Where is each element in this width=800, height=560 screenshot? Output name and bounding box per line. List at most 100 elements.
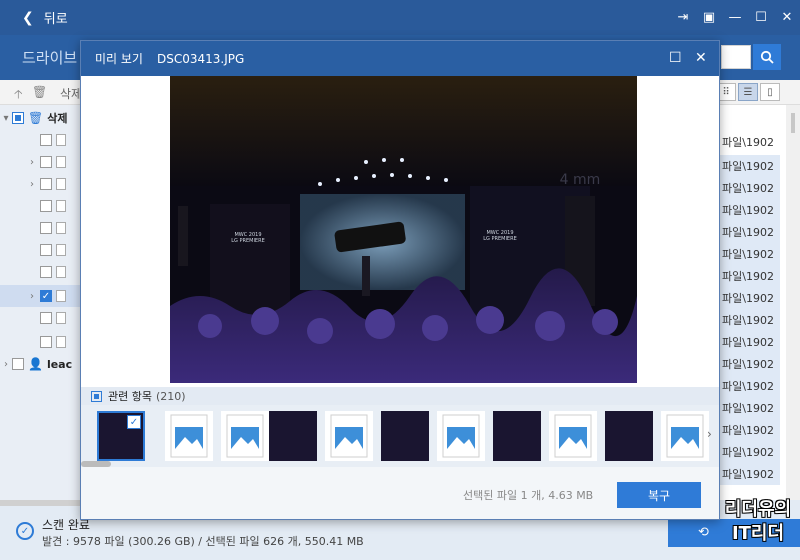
thumbnail-image-icon[interactable] (325, 411, 373, 461)
tree-checkbox[interactable] (40, 200, 52, 212)
tree-checkbox[interactable] (12, 358, 24, 370)
scan-summary: 발견 : 9578 파일 (300.26 GB) / 선택된 파일 626 개,… (42, 535, 364, 548)
list-item[interactable]: 파일\1902 (720, 353, 780, 375)
tree-checkbox[interactable] (40, 244, 52, 256)
thumbnail-image-icon[interactable] (165, 411, 213, 461)
chevron-right-icon[interactable]: › (707, 427, 712, 441)
tree-label: 삭제 (47, 112, 68, 125)
trash-icon: 🗑 (28, 111, 44, 125)
trash-icon[interactable]: 🗑 (32, 85, 47, 99)
list-item[interactable]: 파일\1902 (720, 131, 780, 153)
related-items-header: 관련 항목 (210) (81, 387, 719, 405)
chevron-right-icon[interactable]: › (26, 291, 38, 302)
list-item[interactable]: 파일\1902 (720, 309, 780, 331)
sign-in-icon[interactable]: ⇥ (670, 5, 696, 31)
file-icon (56, 200, 66, 212)
maximize-icon[interactable]: ☐ (748, 5, 774, 31)
tree-row[interactable] (0, 217, 82, 239)
menu-dropdown-icon[interactable]: ▣ (696, 5, 722, 31)
search-input[interactable] (721, 45, 751, 69)
file-icon (56, 222, 66, 234)
tree-row-selected[interactable]: › ✓ (0, 285, 82, 307)
list-item[interactable]: 파일\1902 (720, 287, 780, 309)
chevron-right-icon[interactable]: › (0, 359, 12, 370)
tree-row[interactable] (0, 195, 82, 217)
tree-checkbox[interactable] (12, 112, 24, 124)
title-bar: ❮ 뒤로 ⇥ ▣ — ☐ ✕ (0, 0, 800, 35)
tree-checkbox[interactable] (40, 134, 52, 146)
tree-checkbox[interactable] (40, 222, 52, 234)
tree-row[interactable] (0, 239, 82, 261)
thumbnail-strip: ✓ › (81, 405, 719, 467)
chevron-down-icon[interactable]: ▾ (0, 113, 12, 124)
vertical-scrollbar[interactable] (786, 105, 800, 500)
back-label: 뒤로 (43, 12, 68, 27)
tree-row-user[interactable]: › 👤 leac (0, 353, 82, 375)
thumbnail-photo[interactable] (381, 411, 429, 461)
file-icon (56, 290, 66, 302)
tree-checkbox[interactable] (40, 266, 52, 278)
file-icon (56, 244, 66, 256)
dialog-filename: DSC03413.JPG (156, 51, 245, 66)
list-item[interactable]: 파일\1902 (720, 419, 780, 441)
list-item[interactable]: 파일\1902 (720, 397, 780, 419)
thumbnail-photo[interactable] (269, 411, 317, 461)
tree-row[interactable] (0, 261, 82, 283)
thumbnail-image-icon[interactable] (221, 411, 269, 461)
list-item[interactable]: 파일\1902 (720, 155, 780, 177)
thumbnail-image-icon[interactable] (661, 411, 709, 461)
history-icon: ⟲ (698, 525, 709, 540)
thumbnail-photo[interactable] (493, 411, 541, 461)
chevron-left-icon: ❮ (22, 9, 34, 26)
back-button[interactable]: ❮ 뒤로 (0, 8, 68, 28)
tree-row-deleted[interactable]: ▾ 🗑 삭제 (0, 107, 82, 129)
chevron-right-icon[interactable]: › (26, 157, 38, 168)
list-item[interactable]: 파일\1902 (720, 243, 780, 265)
file-icon (56, 156, 66, 168)
list-item[interactable]: 파일\1902 (720, 331, 780, 353)
maximize-icon[interactable]: ☐ (669, 50, 682, 66)
file-icon (56, 266, 66, 278)
tree-checkbox[interactable] (40, 178, 52, 190)
thumbnail-image-icon[interactable] (437, 411, 485, 461)
tree-checkbox[interactable] (40, 156, 52, 168)
close-icon[interactable]: ✕ (774, 5, 800, 31)
tree-row[interactable] (0, 129, 82, 151)
tree-row[interactable] (0, 331, 82, 353)
restore-button[interactable]: 복구 (617, 482, 701, 508)
check-icon[interactable]: ✓ (127, 415, 141, 429)
up-arrow-icon[interactable]: 🡡 (14, 85, 23, 106)
list-item[interactable]: 파일\1902 (720, 375, 780, 397)
file-icon (56, 134, 66, 146)
list-view-icon[interactable]: ☰ (738, 83, 758, 101)
svg-text:LG PREMIERE: LG PREMIERE (483, 236, 516, 242)
detail-view-icon[interactable]: ▯ (760, 83, 780, 101)
thumbnail-photo[interactable] (605, 411, 653, 461)
thumbnail-image-icon[interactable] (549, 411, 597, 461)
tree-checkbox[interactable] (40, 312, 52, 324)
list-item[interactable]: 파일\1902 (720, 441, 780, 463)
search-button[interactable] (753, 44, 781, 70)
thumbnail-selected[interactable]: ✓ (97, 411, 145, 461)
close-icon[interactable]: ✕ (695, 50, 707, 66)
tree-row[interactable]: › (0, 173, 82, 195)
tree-checkbox[interactable]: ✓ (40, 290, 52, 302)
tree-checkbox[interactable] (40, 336, 52, 348)
tree-row[interactable]: › (0, 151, 82, 173)
list-item[interactable]: 파일\1902 (720, 199, 780, 221)
minimize-icon[interactable]: — (722, 5, 748, 31)
list-item[interactable]: 파일\1902 (720, 463, 780, 485)
list-item[interactable]: 파일\1902 (720, 221, 780, 243)
chevron-right-icon[interactable]: › (26, 179, 38, 190)
horizontal-scrollbar[interactable] (0, 500, 82, 506)
tree-row[interactable] (0, 307, 82, 329)
related-checkbox[interactable] (91, 390, 102, 402)
list-item[interactable]: 파일\1902 (720, 265, 780, 287)
file-icon (56, 312, 66, 324)
breadcrumb[interactable]: 삭제 (60, 85, 82, 102)
search-icon (760, 50, 774, 64)
drive-label: 드라이브 (22, 49, 78, 67)
watermark-logo: 리더유의 IT리더 (716, 498, 800, 552)
list-item[interactable]: 파일\1902 (720, 177, 780, 199)
selected-info: 선택된 파일 1 개, 4.63 MB (463, 489, 594, 502)
